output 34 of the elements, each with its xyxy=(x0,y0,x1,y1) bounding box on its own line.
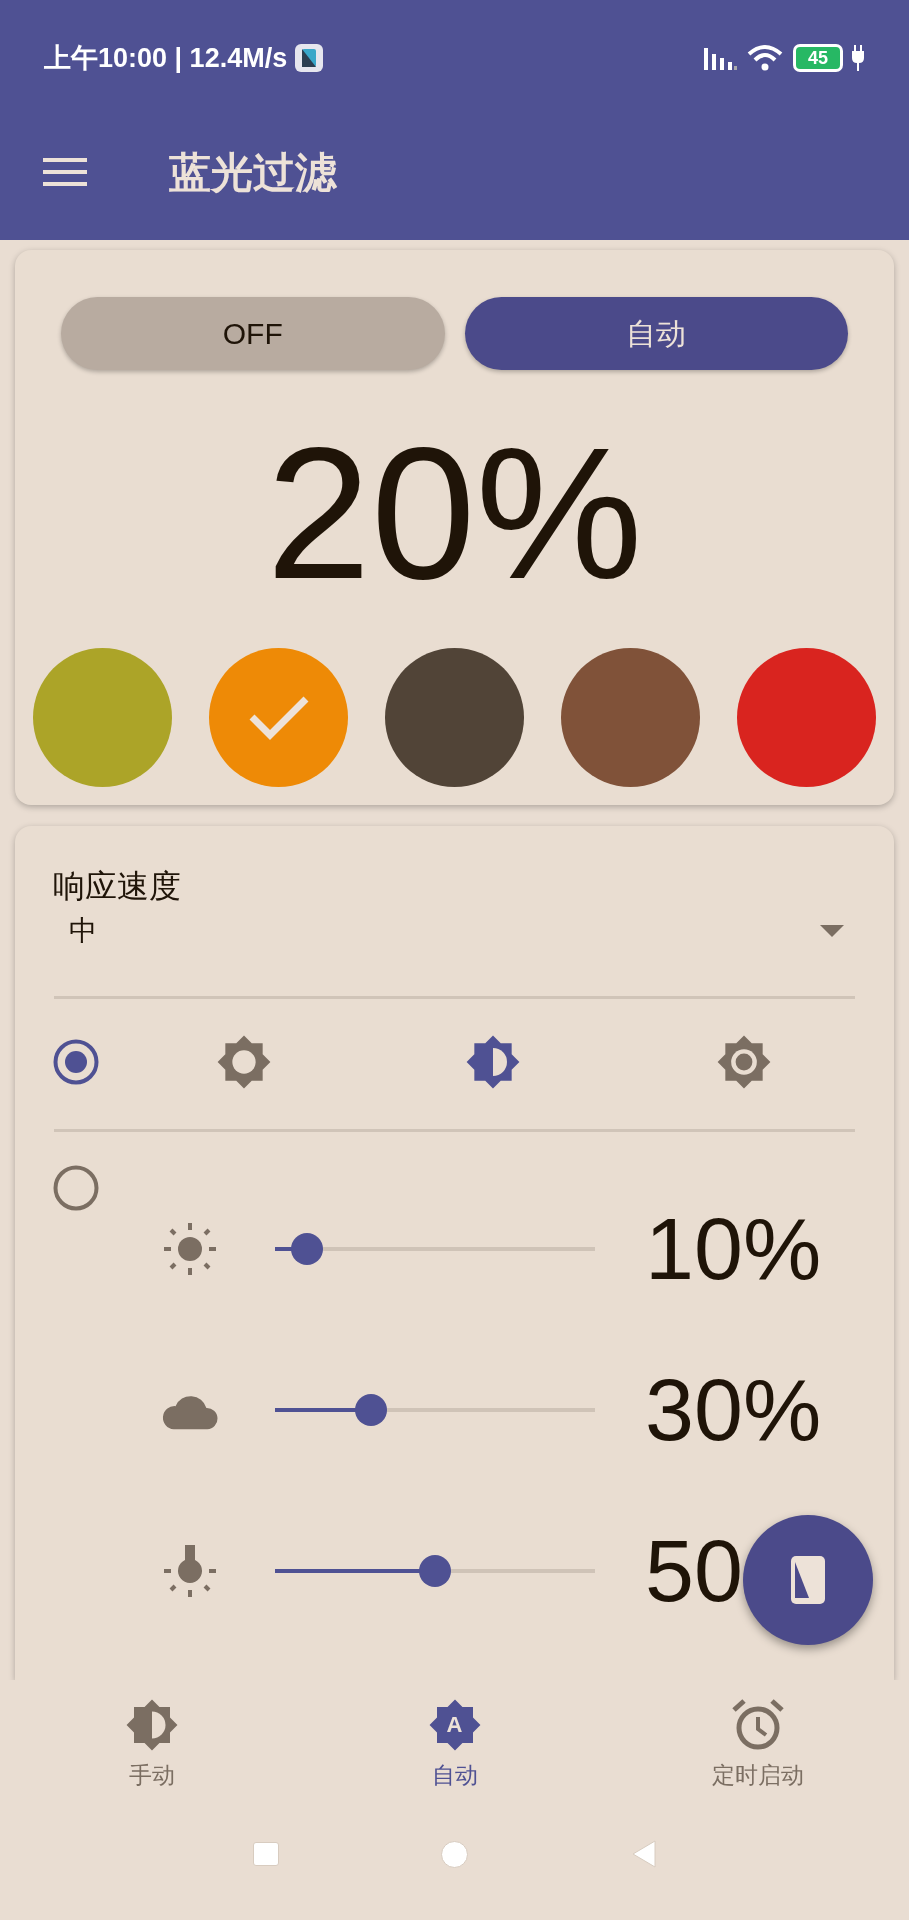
bulb-icon xyxy=(162,1543,218,1599)
app-title: 蓝光过滤 xyxy=(169,147,337,198)
wifi-icon xyxy=(747,44,783,72)
slider-thumb[interactable] xyxy=(419,1555,451,1587)
radio-button[interactable] xyxy=(53,1039,99,1085)
alarm-clock-icon xyxy=(730,1698,785,1752)
response-speed-dropdown[interactable]: 中 xyxy=(53,906,856,956)
checkmark-icon xyxy=(247,694,310,741)
mode-toggle-button[interactable]: OFF xyxy=(61,297,445,370)
slider-thumb[interactable] xyxy=(291,1233,323,1265)
slider-reading: 50 xyxy=(645,1520,743,1623)
menu-icon[interactable] xyxy=(43,156,87,188)
brightness-half-icon[interactable] xyxy=(465,1034,521,1090)
brightness-low-icon[interactable] xyxy=(216,1034,272,1090)
slider-reading: 10% xyxy=(645,1198,822,1301)
app-notification-icon xyxy=(295,44,324,72)
auto-brightness-icon: A xyxy=(427,1698,482,1752)
bottom-nav-tab[interactable]: A 自动 xyxy=(303,1680,606,1800)
dropdown-caret-icon xyxy=(820,925,844,937)
response-speed-label: 响应速度 xyxy=(53,867,182,906)
status-time: 上午10:00 | 12.4M/s xyxy=(44,41,288,75)
bottom-nav-tab[interactable]: 手动 xyxy=(0,1680,303,1800)
brightness-high-icon[interactable] xyxy=(716,1034,772,1090)
slider-thumb[interactable] xyxy=(355,1394,387,1426)
intensity-percent: 20% xyxy=(266,419,643,607)
phone-icon xyxy=(791,1556,825,1604)
radio-button[interactable] xyxy=(53,1165,99,1211)
slider-reading: 30% xyxy=(645,1359,822,1462)
battery-indicator: 45 xyxy=(793,44,843,72)
charging-plug-icon xyxy=(851,45,865,71)
sun-icon xyxy=(162,1221,218,1277)
brightness-half-icon xyxy=(124,1698,179,1752)
bottom-nav-tab[interactable]: 定时启动 xyxy=(606,1680,909,1800)
mode-toggle-button[interactable]: 自动 xyxy=(464,297,848,370)
